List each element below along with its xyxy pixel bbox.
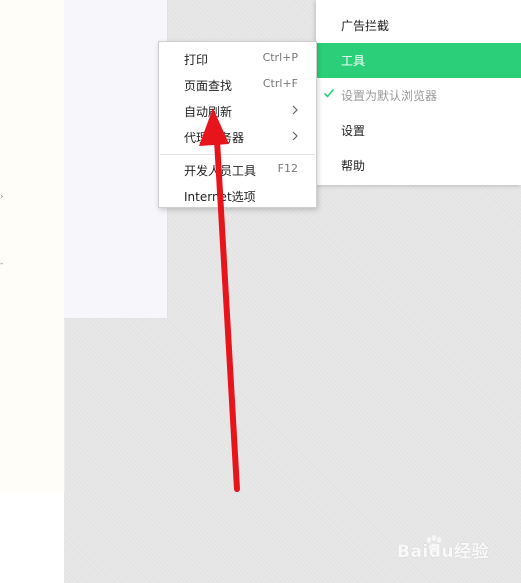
menu-item-label: 设置 bbox=[341, 124, 366, 138]
edge-arrow-icon: › bbox=[0, 192, 4, 202]
page-sub-panel bbox=[64, 0, 168, 319]
submenu-item-label: Internet选项 bbox=[184, 190, 256, 204]
browser-main-menu: 广告拦截 工具 设置为默认浏览器 设置 帮助 bbox=[316, 0, 521, 185]
menu-item-label: 设置为默认浏览器 bbox=[341, 89, 438, 103]
menu-item-settings[interactable]: 设置 bbox=[316, 113, 521, 148]
submenu-item-print[interactable]: 打印 Ctrl+P bbox=[159, 46, 316, 71]
submenu-item-internet-options[interactable]: Internet选项 bbox=[159, 183, 316, 208]
menu-item-help[interactable]: 帮助 bbox=[316, 148, 521, 183]
left-pane-content bbox=[0, 0, 65, 492]
menu-item-label: 帮助 bbox=[341, 159, 366, 173]
submenu-item-label: 代理服务器 bbox=[184, 131, 245, 145]
menu-item-ad-block[interactable]: 广告拦截 bbox=[316, 8, 521, 43]
tools-submenu: 打印 Ctrl+P 页面查找 Ctrl+F 自动刷新 代理服务器 开发人员工具 … bbox=[158, 41, 317, 208]
edge-dot-icon: - bbox=[0, 259, 4, 269]
check-icon bbox=[323, 88, 335, 98]
submenu-item-find-in-page[interactable]: 页面查找 Ctrl+F bbox=[159, 72, 316, 97]
submenu-item-label: 打印 bbox=[184, 53, 209, 67]
submenu-item-label: 开发人员工具 bbox=[184, 164, 257, 178]
menu-item-label: 工具 bbox=[341, 54, 366, 68]
chevron-right-icon bbox=[292, 131, 298, 141]
baidu-watermark: Baidu经验 bbox=[397, 533, 493, 563]
menu-divider bbox=[160, 154, 315, 155]
watermark-text: Baidu经验 bbox=[397, 542, 490, 562]
submenu-item-developer-tools[interactable]: 开发人员工具 F12 bbox=[159, 157, 316, 182]
chevron-right-icon bbox=[292, 105, 298, 115]
menu-item-tools[interactable]: 工具 bbox=[316, 43, 521, 78]
menu-item-label: 广告拦截 bbox=[341, 19, 390, 33]
submenu-item-label: 页面查找 bbox=[184, 79, 233, 93]
submenu-item-auto-refresh[interactable]: 自动刷新 bbox=[159, 98, 316, 123]
menu-item-set-default-browser[interactable]: 设置为默认浏览器 bbox=[316, 78, 521, 113]
submenu-item-proxy-server[interactable]: 代理服务器 bbox=[159, 124, 316, 149]
left-pane: › - bbox=[0, 0, 65, 583]
submenu-item-label: 自动刷新 bbox=[184, 105, 233, 119]
screenshot-canvas: › - 广告拦截 工具 设置为默认浏览器 设置 帮助 打印 Ctrl+P 页面查… bbox=[0, 0, 521, 583]
shortcut-label: F12 bbox=[277, 162, 298, 175]
shortcut-label: Ctrl+P bbox=[262, 51, 298, 64]
shortcut-label: Ctrl+F bbox=[262, 77, 298, 90]
